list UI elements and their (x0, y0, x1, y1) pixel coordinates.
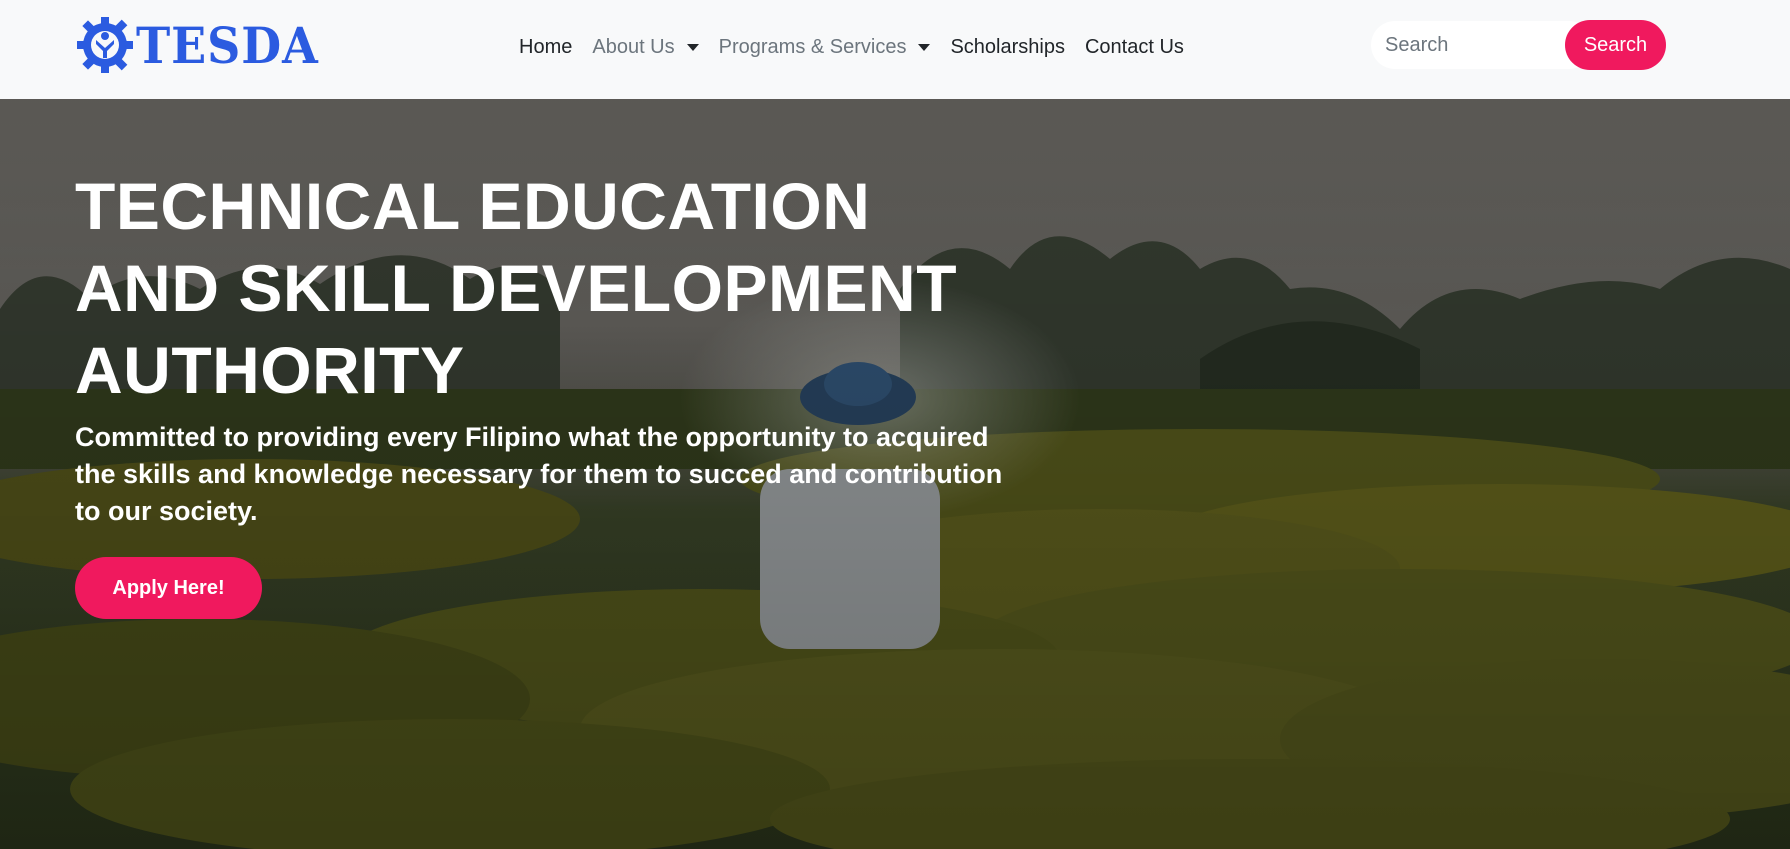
search-form: Search (1371, 20, 1666, 70)
nav-item-programs-services[interactable]: Programs & Services (709, 36, 941, 59)
nav-item-label: Scholarships (950, 35, 1065, 58)
nav-item-label: About Us (592, 35, 675, 58)
caret-down-icon (918, 43, 931, 51)
nav-item-home[interactable]: Home (509, 36, 582, 59)
caret-down-icon (686, 43, 699, 51)
hero-content: TECHNICAL EDUCATION AND SKILL DEVELOPMEN… (75, 165, 1015, 530)
hero-subtitle: Committed to providing every Filipino wh… (75, 422, 1003, 526)
brand-link[interactable]: TESDA (76, 8, 335, 82)
nav-item-label: Programs & Services (718, 35, 907, 58)
nav-item-about-us[interactable]: About Us (582, 36, 708, 59)
nav-item-contact-us[interactable]: Contact Us (1075, 36, 1194, 59)
search-input[interactable] (1371, 21, 1593, 69)
nav-menu: Home About Us Programs & Services Scholarsh… (509, 30, 1194, 64)
hero-title: TECHNICAL EDUCATION AND SKILL DEVELOPMEN… (75, 169, 958, 407)
nav-item-label: Contact Us (1084, 35, 1184, 58)
hero-banner: TECHNICAL EDUCATION AND SKILL DEVELOPMEN… (0, 99, 1790, 849)
brand-name: TESDA (136, 15, 319, 75)
nav-item-label: Home (519, 35, 573, 58)
apply-here-button[interactable]: Apply Here! (75, 557, 262, 619)
navbar: TESDA Home About Us Programs & Services Sch… (0, 0, 1790, 99)
tesda-gear-logo-icon (77, 17, 133, 73)
search-button[interactable]: Search (1565, 20, 1666, 70)
nav-item-scholarships[interactable]: Scholarships (940, 36, 1075, 59)
